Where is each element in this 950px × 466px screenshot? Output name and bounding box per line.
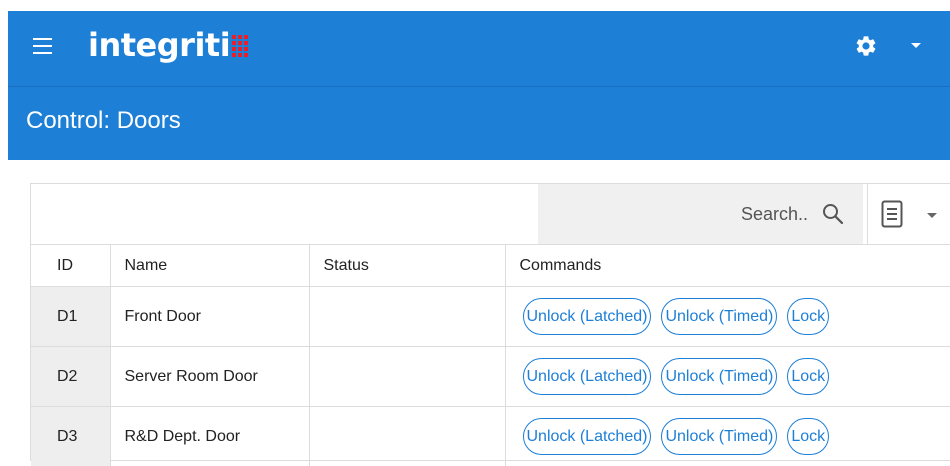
column-header-name[interactable]: Name bbox=[110, 245, 309, 287]
column-header-commands[interactable]: Commands bbox=[505, 245, 950, 287]
hamburger-menu-icon[interactable] bbox=[33, 38, 52, 54]
door-id-cell: D1 bbox=[31, 287, 110, 347]
column-header-id[interactable]: ID bbox=[31, 245, 110, 287]
search-input[interactable] bbox=[538, 184, 808, 244]
doors-table: ID Name Status Commands D1 Front Door Un… bbox=[31, 245, 950, 466]
door-status-cell bbox=[309, 347, 505, 407]
settings-dropdown-caret-icon[interactable] bbox=[911, 43, 921, 48]
lock-button[interactable]: Lock bbox=[787, 298, 829, 335]
view-dropdown-caret-icon[interactable] bbox=[927, 213, 937, 218]
doors-panel: ID Name Status Commands D1 Front Door Un… bbox=[30, 183, 950, 461]
door-name-cell: Server Room Door bbox=[110, 347, 309, 407]
lock-button[interactable]: Lock bbox=[787, 358, 829, 395]
door-name-cell: R&D Dept. Door bbox=[110, 407, 309, 466]
unlock-timed-button[interactable]: Unlock (Timed) bbox=[661, 418, 777, 455]
page-title: Control: Doors bbox=[26, 107, 181, 135]
logo-text: integriti bbox=[88, 25, 230, 65]
integriti-logo: integriti bbox=[88, 25, 248, 65]
search-icon[interactable] bbox=[821, 202, 845, 226]
column-header-status[interactable]: Status bbox=[309, 245, 505, 287]
lock-button[interactable]: Lock bbox=[787, 418, 829, 455]
door-status-cell bbox=[309, 407, 505, 466]
toolbar-divider bbox=[867, 184, 868, 244]
unlock-latched-button[interactable]: Unlock (Latched) bbox=[523, 298, 652, 335]
top-bar: integriti bbox=[8, 11, 950, 86]
door-id-cell: D3 bbox=[31, 407, 110, 466]
commands-cell: Unlock (Latched)Unlock (Timed) Lock bbox=[505, 347, 950, 407]
table-row: D3 R&D Dept. Door Unlock (Latched)Unlock… bbox=[31, 407, 950, 466]
door-id-cell: D2 bbox=[31, 347, 110, 407]
search-box bbox=[538, 184, 863, 244]
logo-mark-icon bbox=[232, 35, 248, 57]
door-name-cell: Front Door bbox=[110, 287, 309, 347]
unlock-latched-button[interactable]: Unlock (Latched) bbox=[523, 418, 652, 455]
page-header: Control: Doors bbox=[8, 86, 950, 160]
unlock-latched-button[interactable]: Unlock (Latched) bbox=[523, 358, 652, 395]
table-row: D2 Server Room Door Unlock (Latched)Unlo… bbox=[31, 347, 950, 407]
unlock-timed-button[interactable]: Unlock (Timed) bbox=[661, 358, 777, 395]
table-row: D1 Front Door Unlock (Latched)Unlock (Ti… bbox=[31, 287, 950, 347]
list-view-icon[interactable] bbox=[881, 200, 903, 228]
table-toolbar bbox=[31, 184, 950, 245]
table-header-row: ID Name Status Commands bbox=[31, 245, 950, 287]
gear-icon[interactable] bbox=[854, 34, 878, 58]
commands-cell: Unlock (Latched)Unlock (Timed) Lock bbox=[505, 287, 950, 347]
unlock-timed-button[interactable]: Unlock (Timed) bbox=[661, 298, 777, 335]
door-status-cell bbox=[309, 287, 505, 347]
commands-cell: Unlock (Latched)Unlock (Timed) Lock bbox=[505, 407, 950, 466]
